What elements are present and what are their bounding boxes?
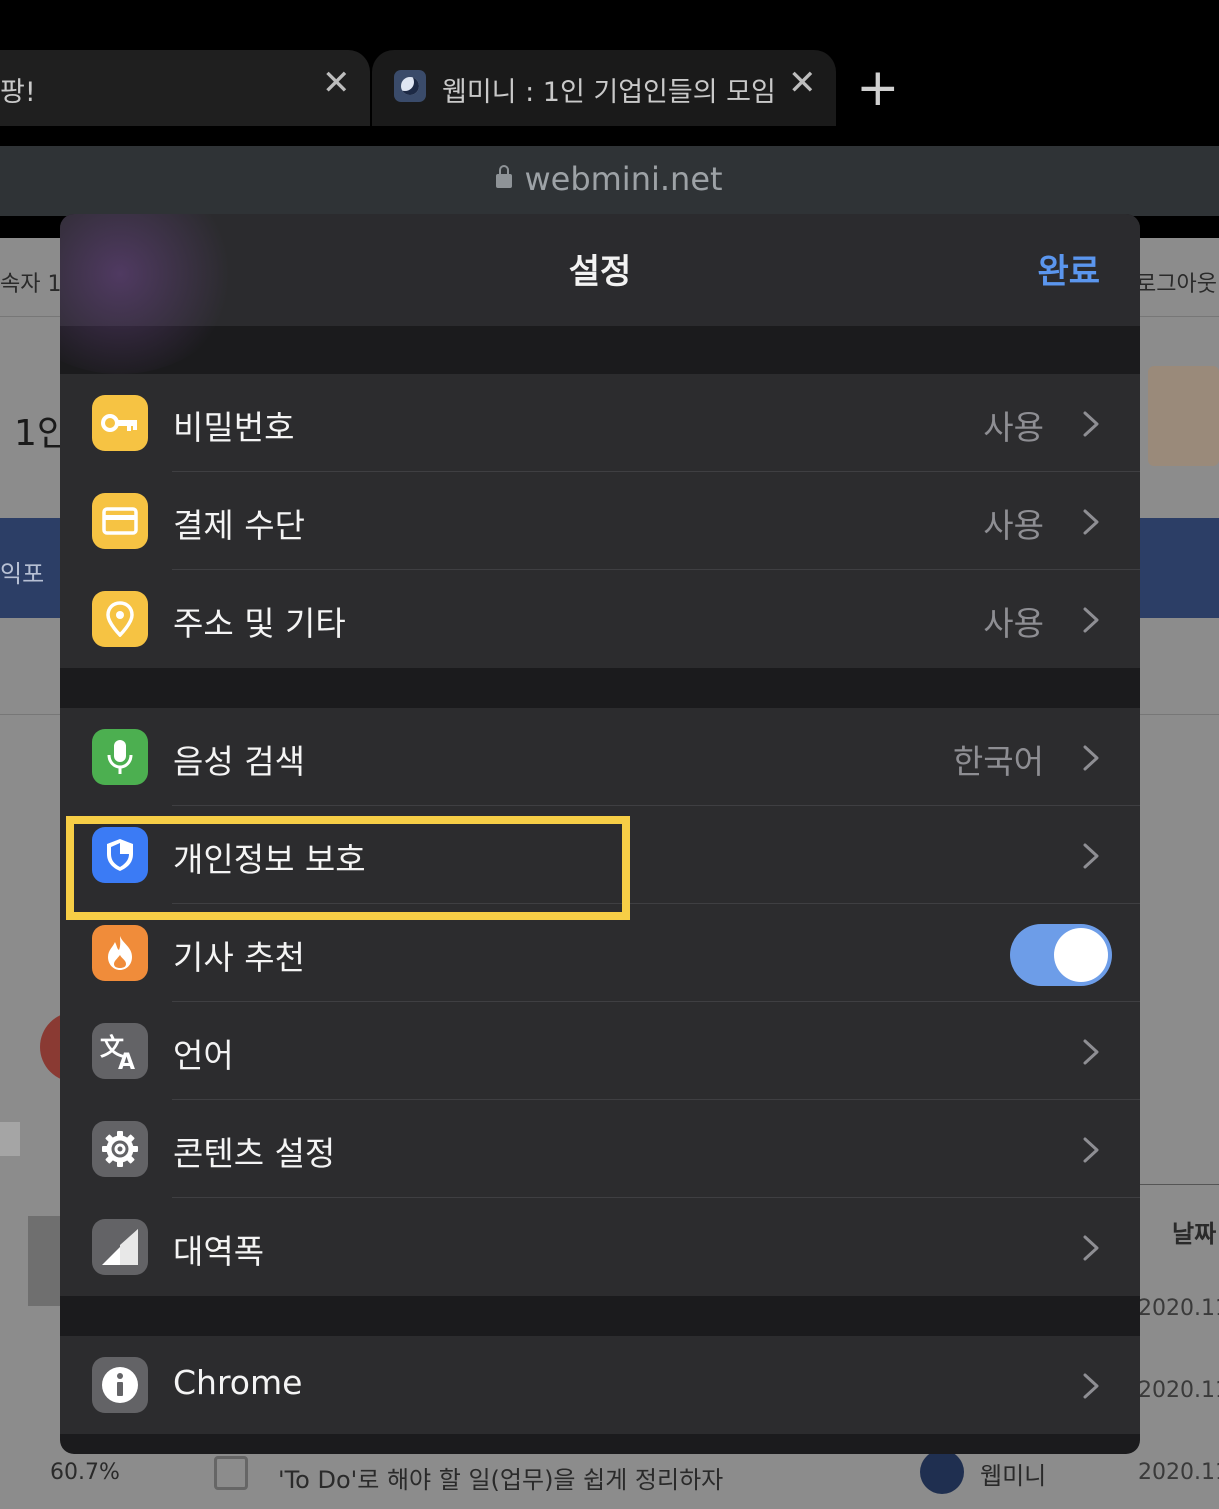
row-label: 주소 및 기타	[173, 604, 346, 643]
checkbox[interactable]	[0, 1122, 20, 1156]
nav-item[interactable]: 익포	[0, 554, 44, 589]
post-title-link[interactable]: 'To Do'로 해야 할 일(업무)을 쉽게 정리하자	[278, 1460, 723, 1495]
visitor-count: 속자 1	[0, 272, 62, 297]
about-group: Chrome	[60, 1336, 1140, 1434]
chevron-right-icon	[1083, 1137, 1099, 1163]
chevron-right-icon	[1083, 607, 1099, 633]
browser-tab-active[interactable]: 웹미니 : 1인 기업인들의 모임 ✕	[372, 50, 836, 126]
gear-icon	[92, 1121, 148, 1177]
row-value: 사용	[983, 408, 1044, 447]
autofill-group: 비밀번호 사용 결제 수단 사용 주소 및 기타 사용	[60, 374, 1140, 668]
date-column-header: 날짜	[1172, 1220, 1217, 1248]
webmini-favicon-icon	[394, 70, 426, 102]
microphone-icon	[92, 729, 148, 785]
settings-title: 설정	[568, 252, 632, 292]
row-label: Chrome	[173, 1363, 303, 1402]
settings-row-language[interactable]: 文A 언어	[60, 1002, 1140, 1100]
credit-card-icon	[92, 493, 148, 549]
chevron-right-icon	[1083, 745, 1099, 771]
row-value: 사용	[983, 506, 1044, 545]
browser-tab[interactable]: 팡! ✕	[0, 50, 370, 126]
settings-row-bandwidth[interactable]: 대역폭	[60, 1198, 1140, 1296]
settings-row-addresses[interactable]: 주소 및 기타 사용	[60, 570, 1140, 668]
location-pin-icon	[92, 591, 148, 647]
done-button[interactable]: 완료	[1037, 244, 1100, 293]
chevron-right-icon	[1083, 843, 1099, 869]
row-value: 사용	[983, 604, 1044, 643]
row-label: 비밀번호	[173, 408, 295, 447]
signal-icon	[92, 1219, 148, 1275]
url-display[interactable]: webmini.net	[0, 160, 1219, 198]
settings-row-chrome[interactable]: Chrome	[60, 1336, 1140, 1434]
general-group: 음성 검색 한국어 개인정보 보호 기사 추천 文A 언어 콘텐츠 설정 대역폭	[60, 708, 1140, 1296]
author-name: 웹미니	[980, 1462, 1047, 1490]
row-label: 콘텐츠 설정	[173, 1134, 336, 1173]
settings-row-content-settings[interactable]: 콘텐츠 설정	[60, 1100, 1140, 1198]
new-tab-button[interactable]: +	[856, 62, 900, 114]
chevron-right-icon	[1083, 411, 1099, 437]
lock-icon	[496, 165, 513, 188]
settings-row-article-suggestions[interactable]: 기사 추천	[60, 904, 1140, 1002]
ad-image	[1148, 366, 1219, 466]
settings-row-passwords[interactable]: 비밀번호 사용	[60, 374, 1140, 472]
chevron-right-icon	[1083, 1235, 1099, 1261]
chevron-right-icon	[1083, 1039, 1099, 1065]
address-bar[interactable]: webmini.net	[0, 146, 1219, 216]
row-label: 대역폭	[173, 1232, 265, 1271]
date-cell: 2020.11	[1138, 1378, 1219, 1403]
row-label: 언어	[173, 1036, 234, 1075]
todo-checkbox[interactable]	[214, 1456, 248, 1490]
settings-row-payment-methods[interactable]: 결제 수단 사용	[60, 472, 1140, 570]
row-label: 개인정보 보호	[173, 840, 366, 879]
settings-header: 설정 완료	[60, 214, 1140, 374]
thumbnail	[28, 1216, 60, 1306]
toggle-knob	[1054, 928, 1108, 982]
percent-value: 60.7%	[50, 1460, 120, 1485]
translate-icon: 文A	[92, 1023, 148, 1079]
author-avatar	[920, 1450, 964, 1494]
tab-title: 팡!	[0, 77, 36, 108]
date-cell: 2020.11	[1138, 1296, 1219, 1321]
settings-row-privacy[interactable]: 개인정보 보호	[60, 806, 1140, 904]
flame-icon	[92, 925, 148, 981]
tab-strip: 팡! ✕ 웹미니 : 1인 기업인들의 모임 ✕ +	[0, 0, 1219, 126]
date-cell: 2020.11	[1138, 1460, 1219, 1485]
chevron-right-icon	[1083, 509, 1099, 535]
header-glow	[60, 214, 240, 374]
article-suggestions-toggle[interactable]	[1010, 924, 1112, 986]
shield-icon	[92, 827, 148, 883]
chevron-right-icon	[1083, 1373, 1099, 1399]
row-label: 기사 추천	[173, 938, 305, 977]
svg-text:A: A	[118, 1050, 135, 1071]
tab-title: 웹미니 : 1인 기업인들의 모임	[442, 77, 776, 108]
close-tab-icon[interactable]: ✕	[788, 66, 817, 100]
settings-sheet: 설정 완료 비밀번호 사용 결제 수단 사용 주소 및 기타 사용 음성 검색 …	[60, 214, 1140, 1454]
row-label: 음성 검색	[173, 742, 305, 781]
key-icon	[92, 395, 148, 451]
close-tab-icon[interactable]: ✕	[322, 66, 351, 100]
logout-link[interactable]: 로그아웃	[1136, 266, 1217, 298]
row-value: 한국어	[952, 742, 1044, 781]
url-text: webmini.net	[524, 160, 723, 198]
settings-row-voice-search[interactable]: 음성 검색 한국어	[60, 708, 1140, 806]
divider	[1140, 1184, 1219, 1185]
row-label: 결제 수단	[173, 506, 305, 545]
info-icon	[92, 1357, 148, 1413]
